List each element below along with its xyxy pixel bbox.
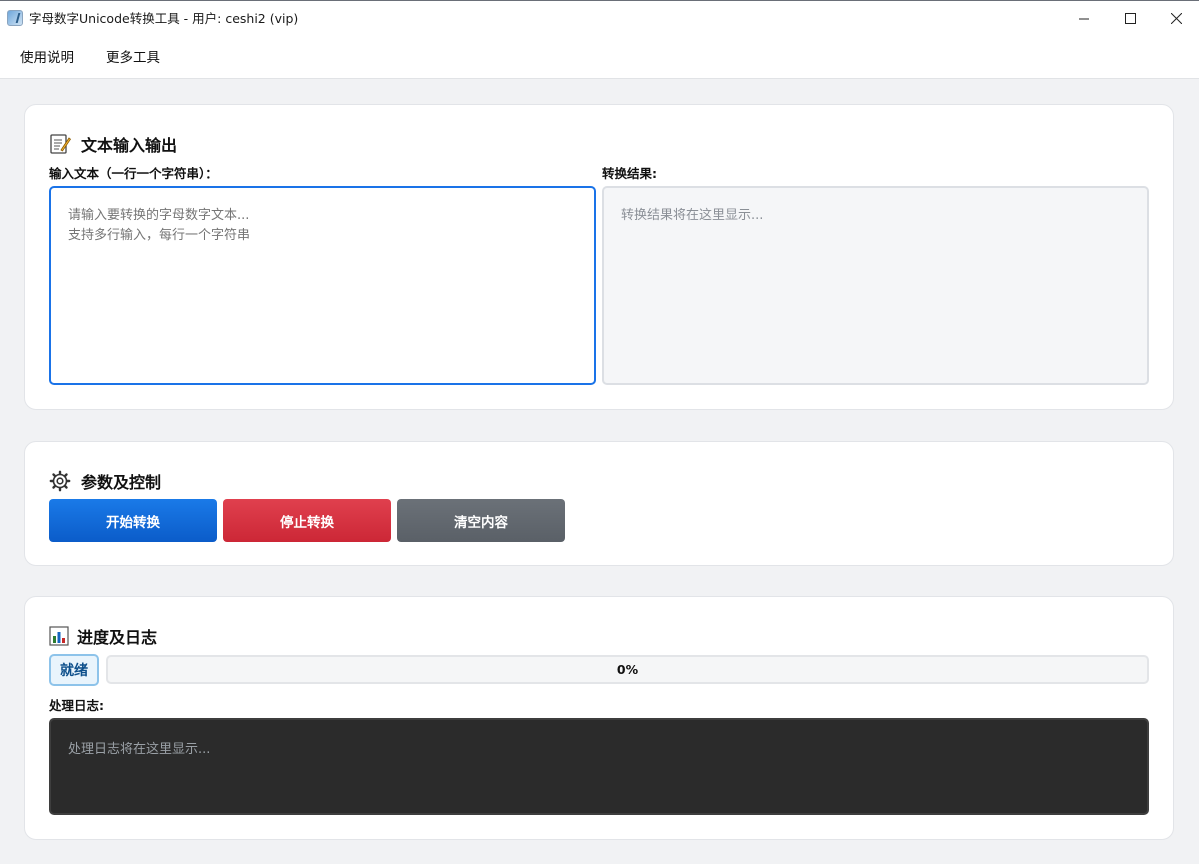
maximize-button[interactable] [1107, 1, 1153, 35]
input-label: 输入文本（一行一个字符串）： [49, 166, 218, 181]
minimize-button[interactable] [1061, 1, 1107, 35]
control-card-header: 参数及控制 [49, 469, 161, 493]
menu-item-more-tools[interactable]: 更多工具 [98, 40, 168, 72]
input-textarea[interactable] [49, 186, 596, 385]
clear-content-button[interactable]: 清空内容 [397, 499, 565, 542]
status-badge: 就绪 [49, 654, 99, 686]
output-label: 转换结果: [602, 166, 657, 181]
progress-card-header: 进度及日志 [49, 624, 157, 648]
menu-bar: 使用说明 更多工具 [0, 34, 1199, 79]
io-card: 文本输入输出 输入文本（一行一个字符串）： 转换结果: 转换结果将在这里显示..… [24, 104, 1174, 410]
title-bar: 字母数字Unicode转换工具 - 用户: ceshi2 (vip) [0, 0, 1199, 34]
log-label: 处理日志: [49, 698, 104, 713]
window-controls [1061, 1, 1199, 35]
progress-card-title: 进度及日志 [77, 628, 158, 647]
window-title: 字母数字Unicode转换工具 - 用户: ceshi2 (vip) [29, 11, 299, 26]
bar-chart-icon [49, 626, 69, 646]
output-textarea[interactable]: 转换结果将在这里显示... [602, 186, 1149, 385]
stop-convert-button[interactable]: 停止转换 [223, 499, 391, 542]
start-convert-button[interactable]: 开始转换 [49, 499, 217, 542]
memo-icon [49, 133, 71, 155]
menu-item-help[interactable]: 使用说明 [12, 40, 82, 72]
io-card-title: 文本输入输出 [81, 136, 178, 155]
maximize-icon [1124, 12, 1136, 24]
progress-card: 进度及日志 就绪 0% 处理日志: 处理日志将在这里显示... [24, 596, 1174, 840]
progress-bar: 0% [106, 655, 1149, 684]
app-icon [7, 9, 23, 26]
log-area[interactable]: 处理日志将在这里显示... [49, 718, 1149, 815]
close-button[interactable] [1153, 1, 1199, 35]
io-card-header: 文本输入输出 [49, 132, 177, 156]
control-card: 参数及控制 开始转换 停止转换 清空内容 [24, 441, 1174, 566]
control-card-title: 参数及控制 [81, 473, 162, 492]
close-icon [1170, 12, 1182, 24]
progress-text: 0% [616, 662, 639, 677]
gear-icon [49, 470, 71, 492]
minimize-icon [1078, 18, 1089, 19]
